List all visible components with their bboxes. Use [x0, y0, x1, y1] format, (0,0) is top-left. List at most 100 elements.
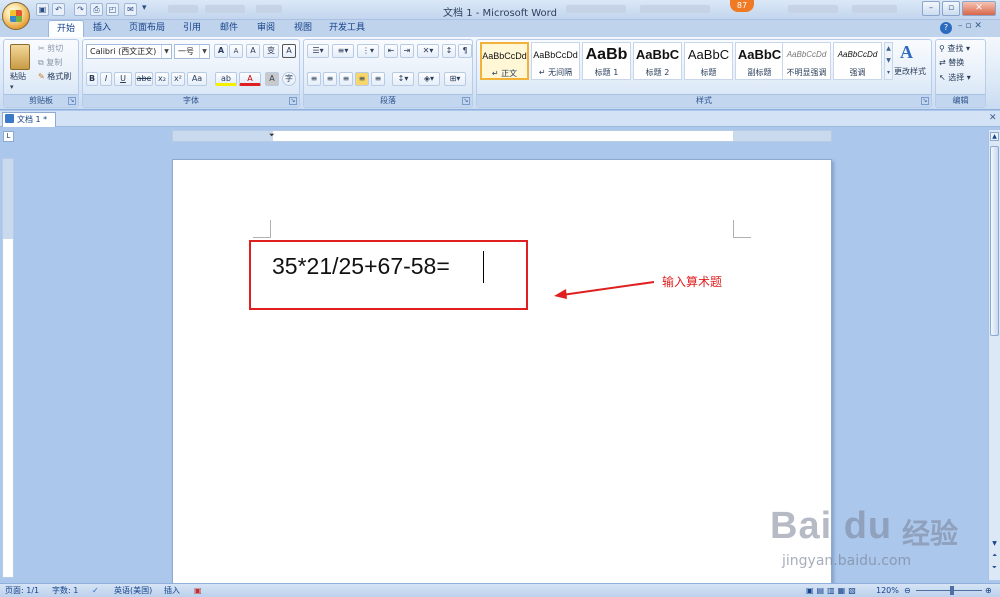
style-no-spacing[interactable]: AaBbCcDd ↵ 无间隔: [531, 42, 580, 80]
select-button[interactable]: ↖ 选择 ▾: [939, 72, 971, 83]
tab-home[interactable]: 开始: [48, 20, 84, 37]
scroll-up-icon[interactable]: ▲: [990, 132, 999, 141]
style-heading-2[interactable]: AaBbC 标题 2: [633, 42, 682, 80]
scroll-thumb[interactable]: [990, 146, 999, 336]
ribbon-minimize-icon[interactable]: – ▫ ✕: [958, 21, 982, 31]
align-center-icon[interactable]: ≡: [323, 72, 337, 86]
chevron-down-icon: ▼: [199, 45, 209, 58]
change-styles-button[interactable]: 更改样式: [894, 66, 926, 77]
prev-page-icon[interactable]: ⏶: [990, 552, 999, 561]
style-emphasis[interactable]: AaBbCcDd 强调: [833, 42, 882, 80]
replace-button[interactable]: ⇄ 替换: [939, 57, 964, 68]
blurred-toolbar-item: [852, 5, 897, 13]
bullets-icon[interactable]: ☰▾: [307, 44, 329, 58]
find-button[interactable]: ⚲ 查找 ▾: [939, 43, 970, 54]
style-title[interactable]: AaBbC 标题: [684, 42, 733, 80]
tab-page-layout[interactable]: 页面布局: [124, 20, 170, 37]
underline-button[interactable]: U: [114, 72, 132, 86]
cut-button[interactable]: ✂ 剪切: [38, 43, 63, 54]
tab-stop-selector-icon[interactable]: L: [3, 131, 14, 142]
styles-launcher-icon[interactable]: ↘: [921, 97, 929, 105]
close-document-icon[interactable]: ✕: [989, 113, 997, 123]
tab-view[interactable]: 视图: [287, 20, 319, 37]
style-subtitle[interactable]: AaBbC 副标题: [735, 42, 784, 80]
close-button[interactable]: ✕: [962, 1, 996, 16]
zoom-level[interactable]: 120%: [876, 584, 899, 597]
style-normal[interactable]: AaBbCcDd ↵ 正文: [480, 42, 529, 80]
justify-icon[interactable]: ≡: [355, 72, 369, 86]
distribute-icon[interactable]: ≡: [371, 72, 385, 86]
copy-icon: ⧉: [38, 58, 44, 67]
zoom-out-icon[interactable]: ⊖: [904, 584, 911, 597]
scroll-down-icon[interactable]: ▼: [990, 540, 999, 549]
superscript-button[interactable]: x²: [171, 72, 185, 86]
vertical-ruler[interactable]: [2, 158, 14, 578]
minimize-button[interactable]: –: [922, 1, 940, 16]
next-page-icon[interactable]: ⏷: [990, 564, 999, 573]
chinese-layout-icon[interactable]: ✕▾: [417, 44, 439, 58]
multilevel-list-icon[interactable]: ⋮▾: [357, 44, 379, 58]
show-marks-icon[interactable]: ¶: [458, 44, 472, 58]
office-button[interactable]: [2, 2, 30, 30]
strikethrough-button[interactable]: abe: [135, 72, 153, 86]
change-case-button[interactable]: Aa: [187, 72, 207, 86]
paste-icon[interactable]: [10, 44, 30, 70]
indent-marker-icon[interactable]: ⏷: [269, 131, 277, 141]
char-shading-button[interactable]: A: [265, 72, 279, 86]
font-color-button[interactable]: A: [239, 72, 261, 86]
char-border-button[interactable]: A: [282, 44, 296, 58]
line-spacing-icon[interactable]: ↕▾: [392, 72, 414, 86]
align-right-icon[interactable]: ≡: [339, 72, 353, 86]
bold-button[interactable]: B: [86, 72, 98, 86]
tab-review[interactable]: 审阅: [250, 20, 282, 37]
tab-references[interactable]: 引用: [176, 20, 208, 37]
tab-mailings[interactable]: 邮件: [213, 20, 245, 37]
zoom-slider[interactable]: [916, 590, 982, 591]
paste-label[interactable]: 粘贴: [10, 71, 26, 82]
zoom-in-icon[interactable]: ⊕: [985, 584, 992, 597]
vertical-scrollbar[interactable]: ▲ ▼ ⏶ ⏷: [988, 130, 1000, 580]
font-size-combo[interactable]: 一号 ▼: [174, 44, 210, 59]
language-status[interactable]: 英语(美国): [114, 584, 152, 597]
macro-record-icon[interactable]: ▣: [194, 584, 202, 597]
change-styles-icon[interactable]: A: [900, 42, 920, 62]
italic-button[interactable]: I: [100, 72, 112, 86]
styles-scroll-icon[interactable]: ▲ ▼ ▾: [884, 42, 893, 80]
page-count[interactable]: 页面: 1/1: [5, 584, 39, 597]
help-icon[interactable]: ?: [940, 22, 952, 34]
enclose-char-button[interactable]: 字: [282, 72, 296, 86]
word-count[interactable]: 字数: 1: [52, 584, 78, 597]
increase-indent-icon[interactable]: ⇥: [400, 44, 414, 58]
watermark-url: jingyan.baidu.com: [782, 553, 912, 569]
style-heading-1[interactable]: AaBb 标题 1: [582, 42, 631, 80]
grow-font-button[interactable]: A: [214, 44, 228, 58]
tab-insert[interactable]: 插入: [86, 20, 118, 37]
font-name-combo[interactable]: Calibri (西文正文) ▼: [86, 44, 172, 59]
borders-icon[interactable]: ⊞▾: [444, 72, 466, 86]
font-launcher-icon[interactable]: ↘: [289, 97, 297, 105]
style-subtle-emphasis[interactable]: AaBbCcDd 不明显强调: [782, 42, 831, 80]
sort-icon[interactable]: ↕: [442, 44, 456, 58]
paragraph-launcher-icon[interactable]: ↘: [462, 97, 470, 105]
highlight-button[interactable]: ab: [215, 72, 237, 86]
shading-icon[interactable]: ◈▾: [418, 72, 440, 86]
format-painter-button[interactable]: ✎ 格式刷: [38, 71, 71, 82]
clear-format-button[interactable]: A: [246, 44, 260, 58]
styles-group-title: 样式: [477, 94, 931, 107]
view-buttons[interactable]: ▣▤▥▦▧: [806, 584, 859, 597]
zoom-slider-thumb[interactable]: [950, 586, 954, 595]
document-page[interactable]: [172, 159, 832, 589]
align-left-icon[interactable]: ≡: [307, 72, 321, 86]
copy-button[interactable]: ⧉ 复制: [38, 57, 62, 68]
horizontal-ruler[interactable]: ⏷: [172, 130, 832, 142]
shrink-font-button[interactable]: A: [229, 44, 243, 58]
tab-developer[interactable]: 开发工具: [324, 20, 370, 37]
restore-button[interactable]: ▫: [942, 1, 960, 16]
subscript-button[interactable]: x₂: [155, 72, 169, 86]
clipboard-launcher-icon[interactable]: ↘: [68, 97, 76, 105]
numbering-icon[interactable]: ≡▾: [332, 44, 354, 58]
insert-mode-status[interactable]: 插入: [164, 584, 180, 597]
phonetic-guide-button[interactable]: 变: [263, 44, 279, 58]
decrease-indent-icon[interactable]: ⇤: [384, 44, 398, 58]
proofing-icon[interactable]: ✓: [92, 584, 99, 597]
